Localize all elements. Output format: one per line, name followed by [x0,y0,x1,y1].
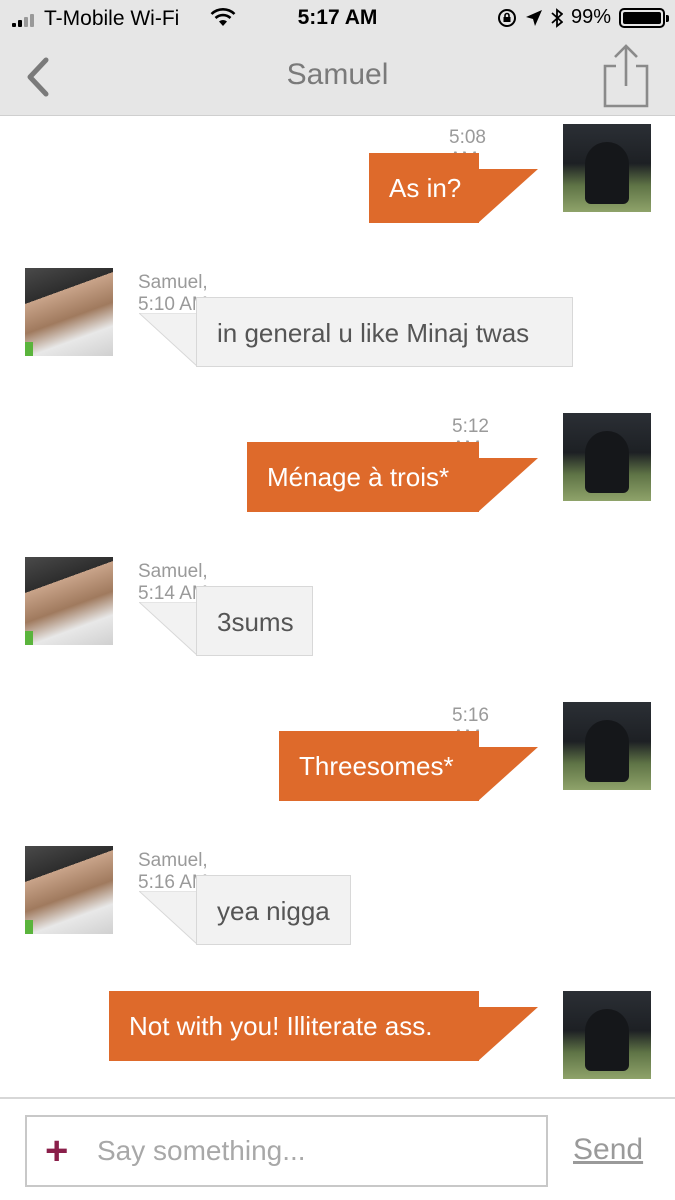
bubble-tail [139,313,199,367]
rotation-lock-icon [497,8,516,27]
avatar [563,124,651,212]
message-composer: + Send [0,1097,675,1200]
message-bubble: As in? [369,153,479,223]
nav-bar: Samuel [0,38,675,116]
status-right: 99% [497,6,669,29]
message-bubble: Threesomes* [279,731,479,801]
message-bubble: in general u like Minaj twas [196,297,573,367]
bubble-tail [478,169,538,223]
plus-icon[interactable]: + [45,1131,68,1171]
page-title: Samuel [286,58,389,91]
message-bubble: 3sums [196,586,313,656]
avatar [563,413,651,501]
location-arrow-icon [525,9,542,26]
status-bar: T-Mobile Wi-Fi 5:17 AM 99% [0,0,675,38]
avatar [563,702,651,790]
message-bubble: Ménage à trois* [247,442,479,512]
avatar [25,557,113,645]
avatar [563,991,651,1079]
message-bubble: yea nigga [196,875,351,945]
message-input[interactable] [97,1117,537,1185]
bubble-tail [139,891,199,945]
message-bubble: Not with you! Illiterate ass. [109,991,479,1061]
bubble-tail [139,602,199,656]
avatar [25,268,113,356]
message-input-box: + [25,1115,548,1187]
send-button[interactable]: Send [573,1133,643,1167]
battery-icon [619,7,669,28]
share-icon[interactable] [601,44,651,108]
bluetooth-icon [551,7,563,28]
bubble-tail [478,458,538,512]
battery-percent: 99% [570,6,611,28]
bubble-tail [478,1007,538,1061]
bubble-tail [478,747,538,801]
avatar [25,846,113,934]
